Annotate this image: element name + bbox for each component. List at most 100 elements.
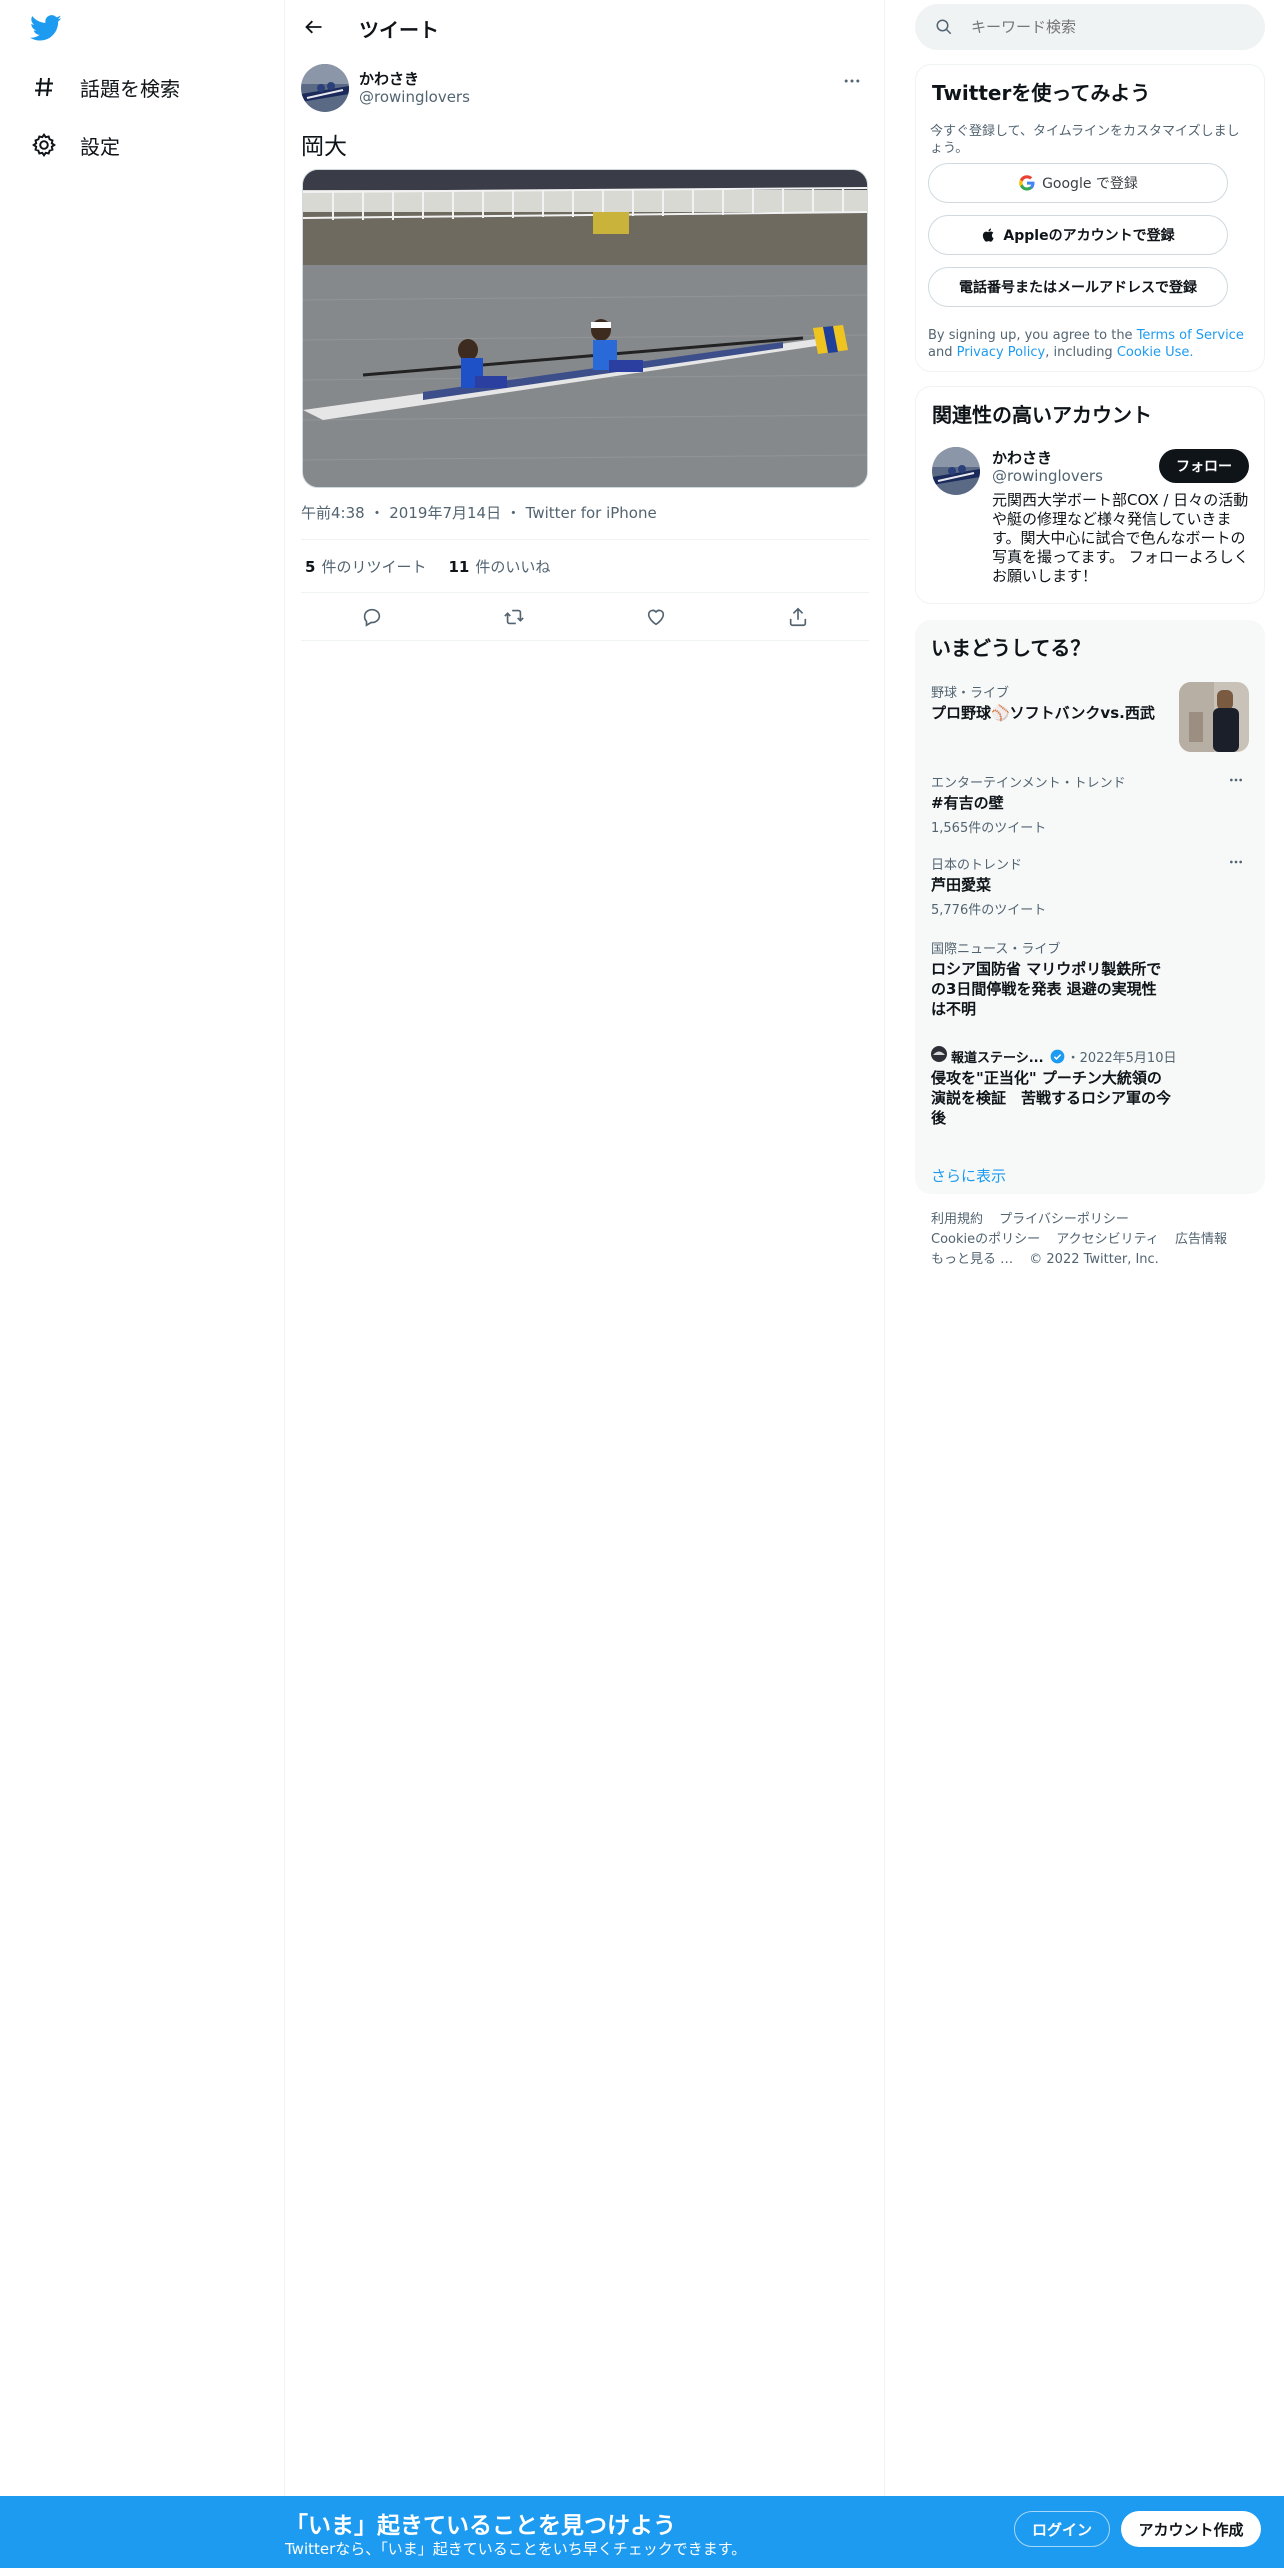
main-column: ツイート かわさき @rowinglovers 岡大 午前4:38 ・ 2019…: [285, 0, 885, 2568]
related-account-bio: 元関西大学ボート部COX / 日々の活動や艇の修理など様々発信していきます。関大…: [992, 491, 1249, 585]
divider: [301, 592, 869, 593]
news-source: 報道ステーシ... ・2022年5月10日: [931, 1046, 1251, 1066]
show-more-link[interactable]: さらに表示: [931, 1165, 1006, 1186]
tweet-meta: 午前4:38 ・ 2019年7月14日 ・ Twitter for iPhone: [301, 502, 657, 523]
trend-name: 侵攻を"正当化" プーチン大統領の演説を検証 苦戦するロシア軍の今後: [931, 1069, 1172, 1127]
footer-accessibility-link[interactable]: アクセシビリティ: [1056, 1232, 1159, 1247]
tweet-time[interactable]: 午前4:38: [301, 504, 365, 522]
nav-item-explore[interactable]: 話題を検索: [30, 62, 180, 112]
retweet-count: 5: [305, 558, 316, 576]
trend-item[interactable]: 報道ステーシ... ・2022年5月10日 侵攻を"正当化" プーチン大統領の演…: [931, 1046, 1251, 1128]
more-options-icon[interactable]: [1221, 852, 1251, 872]
tweet-actions: [301, 598, 869, 636]
footer-links: 利用規約 プライバシーポリシー Cookieのポリシー アクセシビリティ 広告情…: [931, 1210, 1251, 1270]
related-title: 関連性の高いアカウント: [932, 403, 1152, 427]
related-account-name[interactable]: かわさき: [992, 447, 1052, 468]
news-date: ・2022年5月10日: [1066, 1050, 1177, 1066]
trends-card: いまどうしてる？ 野球・ライブ プロ野球⚾ソフトバンクvs.西武 エンターテイン…: [915, 620, 1265, 1194]
page-title: ツイート: [359, 18, 439, 42]
apple-signup-button[interactable]: Appleのアカウントで登録: [928, 215, 1228, 255]
create-account-button[interactable]: アカウント作成: [1121, 2511, 1261, 2547]
footer-cookie-link[interactable]: Cookieのポリシー: [931, 1232, 1040, 1247]
footer-more-link[interactable]: もっと見る …: [931, 1252, 1013, 1267]
tweet-author: かわさき @rowinglovers: [301, 62, 869, 114]
banner-title: 「いま」起きていることを見つけよう: [285, 2513, 676, 2539]
search-input[interactable]: [971, 18, 1231, 36]
nav-settings-label: 設定: [80, 134, 120, 159]
like-stat[interactable]: 11 件のいいね: [448, 556, 550, 577]
google-icon: [1018, 174, 1036, 192]
reply-icon[interactable]: [353, 598, 391, 636]
cookie-use-link[interactable]: Cookie Use.: [1117, 345, 1194, 360]
verified-badge-icon: [1050, 1049, 1065, 1064]
footer-copyright: © 2022 Twitter, Inc.: [1029, 1252, 1159, 1267]
terms-prefix: By signing up, you agree to the: [928, 328, 1133, 343]
terms-of-service-link[interactable]: Terms of Service: [1137, 328, 1244, 343]
share-icon[interactable]: [779, 598, 817, 636]
phone-email-signup-button[interactable]: 電話番号またはメールアドレスで登録: [928, 267, 1228, 307]
trend-name: 芦田愛菜: [931, 876, 992, 894]
trend-item[interactable]: 日本のトレンド 芦田愛菜 5,776件のツイート: [931, 854, 1251, 918]
news-source-avatar: [931, 1046, 947, 1066]
terms-including: , including: [1045, 345, 1113, 360]
phone-signup-label: 電話番号またはメールアドレスで登録: [959, 280, 1197, 296]
divider: [301, 640, 869, 641]
like-icon[interactable]: [637, 598, 675, 636]
trend-item[interactable]: エンターテインメント・トレンド #有吉の壁 1,565件のツイート: [931, 772, 1251, 836]
google-signup-label: Google で登録: [1042, 176, 1138, 192]
trend-category: 国際ニュース・ライブ: [931, 942, 1061, 957]
retweet-icon[interactable]: [495, 598, 533, 636]
terms-and: and: [928, 345, 953, 360]
nav-explore-label: 話題を検索: [80, 76, 180, 101]
google-signup-button[interactable]: Google で登録: [928, 163, 1228, 203]
meta-dot: ・: [369, 504, 385, 522]
footer-terms-link[interactable]: 利用規約: [931, 1212, 983, 1227]
footer-privacy-link[interactable]: プライバシーポリシー: [999, 1212, 1129, 1227]
related-accounts-card: 関連性の高いアカウント かわさき @rowinglovers フォロー 元関西大…: [915, 386, 1265, 604]
more-options-icon[interactable]: [1221, 770, 1251, 790]
banner-subtitle: Twitterなら、「いま」起きていることをいち早くチェックできます。: [285, 2540, 747, 2558]
tweet-date[interactable]: 2019年7月14日: [389, 504, 501, 522]
bottom-signup-banner: 「いま」起きていることを見つけよう Twitterなら、「いま」起きていることを…: [0, 2496, 1284, 2568]
signup-card-title: Twitterを使ってみよう: [932, 81, 1151, 105]
hashtag-icon: [30, 73, 58, 101]
signup-card: Twitterを使ってみよう 今すぐ登録して、タイムラインをカスタマイズしましょ…: [915, 64, 1265, 372]
more-options-icon[interactable]: [835, 64, 869, 98]
trend-name: ロシア国防省 マリウポリ製鉄所での3日間停戦を発表 退避の実現性は不明: [931, 960, 1162, 1018]
nav-item-settings[interactable]: 設定: [30, 120, 120, 170]
trend-item[interactable]: 国際ニュース・ライブ ロシア国防省 マリウポリ製鉄所での3日間停戦を発表 退避の…: [931, 938, 1251, 1019]
trend-count: 1,565件のツイート: [931, 821, 1047, 836]
like-label: 件のいいね: [475, 558, 551, 576]
terms-text: By signing up, you agree to the Terms of…: [928, 327, 1248, 361]
follow-button[interactable]: フォロー: [1159, 449, 1249, 483]
login-button[interactable]: ログイン: [1014, 2511, 1110, 2547]
trend-count: 5,776件のツイート: [931, 903, 1047, 918]
author-handle[interactable]: @rowinglovers: [359, 88, 470, 106]
footer-ads-link[interactable]: 広告情報: [1175, 1232, 1227, 1247]
search-box[interactable]: [915, 4, 1265, 50]
related-account-avatar[interactable]: [932, 447, 980, 495]
news-source-name: 報道ステーシ...: [951, 1050, 1044, 1066]
trend-thumbnail[interactable]: [1179, 682, 1249, 752]
back-arrow-icon[interactable]: [297, 10, 331, 44]
meta-dot: ・: [505, 504, 521, 522]
author-avatar[interactable]: [301, 64, 349, 112]
trend-name: プロ野球⚾ソフトバンクvs.西武: [931, 704, 1155, 722]
privacy-policy-link[interactable]: Privacy Policy: [957, 345, 1046, 360]
tweet-source[interactable]: Twitter for iPhone: [526, 504, 657, 522]
like-count: 11: [448, 558, 470, 576]
trends-title: いまどうしてる？: [931, 636, 1091, 660]
page-header: ツイート: [285, 0, 885, 53]
author-name[interactable]: かわさき: [359, 68, 419, 89]
apple-icon: [981, 226, 997, 244]
trend-category: 日本のトレンド: [931, 858, 1023, 873]
tweet-text: 岡大: [301, 134, 347, 160]
retweet-label: 件のリツイート: [321, 558, 427, 576]
trend-category: エンターテインメント・トレンド: [931, 776, 1126, 791]
retweet-stat[interactable]: 5 件のリツイート: [305, 556, 426, 577]
tweet-stats: 5 件のリツイート 11 件のいいね: [305, 556, 572, 577]
twitter-bird-icon[interactable]: [30, 12, 66, 48]
tweet-photo[interactable]: [302, 169, 868, 488]
related-account-handle[interactable]: @rowinglovers: [992, 467, 1103, 485]
signup-desc: 今すぐ登録して、タイムラインをカスタマイズしましょう。: [930, 124, 1240, 156]
